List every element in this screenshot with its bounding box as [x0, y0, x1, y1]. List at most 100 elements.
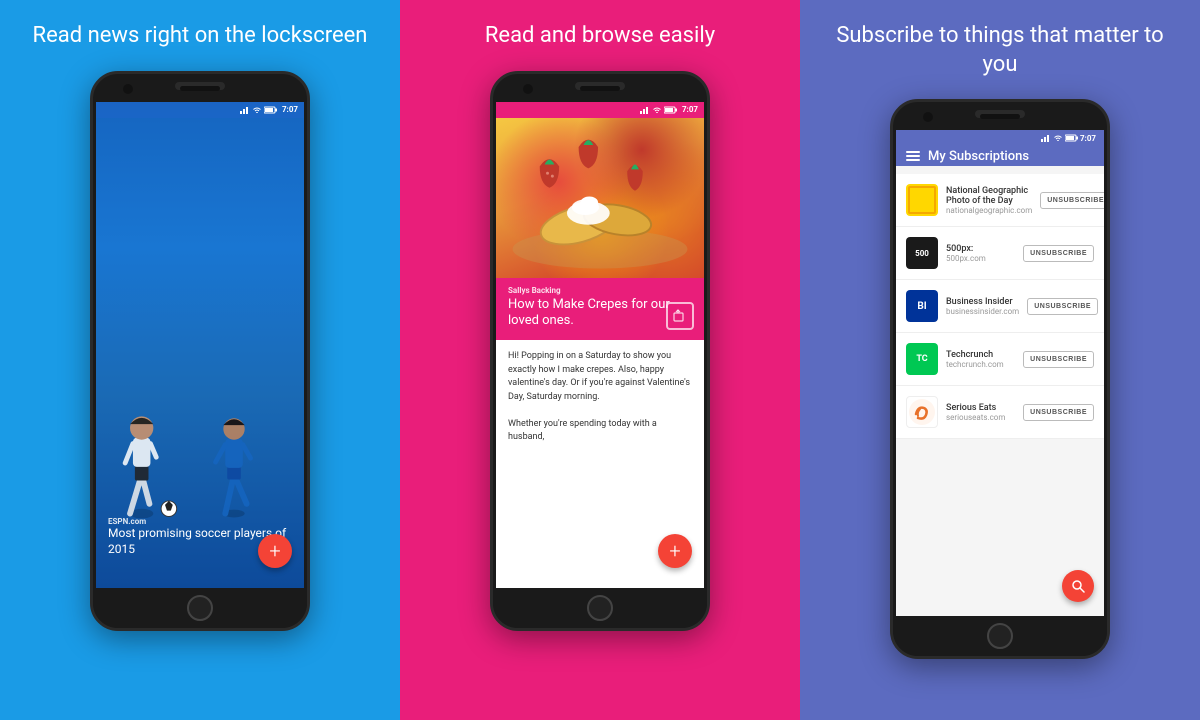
strawberry-3: [627, 164, 643, 190]
strawberry-2: [579, 139, 598, 168]
bi-logo: BI: [906, 290, 938, 322]
home-button-3[interactable]: [987, 623, 1013, 649]
article-source: Sallys Backing: [508, 286, 692, 295]
hamburger-line-1: [906, 151, 920, 153]
article-body: Hi! Popping in on a Saturday to show you…: [496, 340, 704, 455]
subscriptions-toolbar: 7:07 My Subscriptions: [896, 130, 1104, 166]
phone-3: 7:07 My Subscriptions: [890, 99, 1110, 659]
lockscreen-status-bar: 7:07: [96, 102, 304, 118]
list-item: 500 500px: 500px.com UNSUBSCRIBE: [896, 227, 1104, 280]
search-fab[interactable]: [1062, 570, 1094, 602]
soccer-svg: [96, 353, 304, 533]
lockscreen-bg: 7:07 7:07 Fri, 12 March: [96, 102, 304, 588]
tc-logo-text: TC: [916, 354, 927, 364]
sub-info-px: 500px: 500px.com: [946, 244, 1015, 263]
battery-icon-1: [264, 106, 277, 114]
status-time-1: 7:07: [282, 105, 298, 114]
list-item: BI Business Insider businessinsider.com …: [896, 280, 1104, 333]
list-item: Serious Eats seriouseats.com UNSUBSCRIBE: [896, 386, 1104, 439]
sub-url-ng: nationalgeographic.com: [946, 206, 1032, 215]
unsubscribe-btn-bi[interactable]: UNSUBSCRIBE: [1027, 298, 1098, 315]
food-svg: [496, 118, 704, 278]
hamburger-line-3: [906, 159, 920, 161]
phone-1-speaker: [180, 86, 220, 91]
subscriptions-toolbar-title: My Subscriptions: [928, 149, 1029, 164]
status-icons-1: 7:07: [240, 105, 298, 114]
list-item: TC Techcrunch techcrunch.com UNSUBSCRIBE: [896, 333, 1104, 386]
panel2-tagline: Read and browse easily: [455, 0, 745, 61]
phone-3-wrapper: 7:07 My Subscriptions: [890, 89, 1110, 720]
serious-eats-logo-svg: [908, 398, 936, 426]
toolbar-content: My Subscriptions: [906, 149, 1029, 164]
phone-2: 7:07: [490, 71, 710, 631]
sub-url-tc: techcrunch.com: [946, 360, 1015, 369]
soccer-scene: [96, 353, 304, 533]
sub-url-se: seriouseats.com: [946, 413, 1015, 422]
unsubscribe-btn-ng[interactable]: UNSUBSCRIBE: [1040, 192, 1104, 209]
article-header-card: Sallys Backing How to Make Crepes for ou…: [496, 278, 704, 341]
battery-icon-2: [664, 106, 677, 114]
px-logo-text: 500: [915, 249, 929, 258]
signal-icon-1: [240, 106, 250, 114]
phone-1-screen: 7:07 7:07 Fri, 12 March: [96, 102, 304, 588]
article-title: How to Make Crepes for our loved ones.: [508, 297, 692, 331]
sub-url-px: 500px.com: [946, 254, 1015, 263]
tc-logo: TC: [906, 343, 938, 375]
article-fab[interactable]: +: [658, 534, 692, 568]
sub-name-ng: National Geographic Photo of the Day: [946, 186, 1032, 206]
home-button-2[interactable]: [587, 595, 613, 621]
hamburger-menu-icon[interactable]: [906, 151, 920, 161]
panel1-tagline: Read news right on the lockscreen: [3, 0, 398, 61]
home-button-1[interactable]: [187, 595, 213, 621]
px-logo: 500: [906, 237, 938, 269]
share-icon[interactable]: [666, 302, 694, 330]
phone-1-wrapper: 7:07 7:07 Fri, 12 March: [90, 61, 310, 720]
sub-info-tc: Techcrunch techcrunch.com: [946, 350, 1015, 369]
status-icons-3: 7:07: [1041, 130, 1096, 146]
strawberry-1: [540, 159, 559, 188]
search-icon: [1071, 579, 1085, 593]
subscriptions-list: National Geographic Photo of the Day nat…: [896, 174, 1104, 439]
phone-2-wrapper: 7:07: [490, 61, 710, 720]
subscriptions-screen: 7:07 My Subscriptions: [896, 130, 1104, 616]
signal-icon-3: [1041, 134, 1051, 142]
lockscreen-source: ESPN.com: [108, 517, 292, 526]
phone-2-screen: 7:07: [496, 102, 704, 588]
article-status-bar: 7:07: [496, 102, 704, 118]
wifi-icon-1: [252, 106, 262, 114]
phone-1: 7:07 7:07 Fri, 12 March: [90, 71, 310, 631]
sub-info-se: Serious Eats seriouseats.com: [946, 403, 1015, 422]
phone-3-speaker: [980, 114, 1020, 119]
phone-3-screen: 7:07 My Subscriptions: [896, 130, 1104, 616]
panel3-tagline: Subscribe to things that matter to you: [800, 0, 1200, 89]
panel-lockscreen: Read news right on the lockscreen: [0, 0, 400, 720]
unsubscribe-btn-px[interactable]: UNSUBSCRIBE: [1023, 245, 1094, 262]
article-screen: 7:07: [496, 102, 704, 588]
wifi-icon-2: [652, 106, 662, 114]
sub-name-tc: Techcrunch: [946, 350, 1015, 360]
unsubscribe-btn-tc[interactable]: UNSUBSCRIBE: [1023, 351, 1094, 368]
sub-url-bi: businessinsider.com: [946, 307, 1019, 316]
phone-2-speaker: [580, 86, 620, 91]
lockscreen-fab[interactable]: +: [258, 534, 292, 568]
se-logo: [906, 396, 938, 428]
phone-2-bottom: [493, 588, 707, 628]
sub-name-px: 500px:: [946, 244, 1015, 254]
sub-info-bi: Business Insider businessinsider.com: [946, 297, 1019, 316]
bi-logo-text: BI: [917, 301, 926, 312]
sub-name-bi: Business Insider: [946, 297, 1019, 307]
sub-name-se: Serious Eats: [946, 403, 1015, 413]
article-hero-image: [496, 118, 704, 278]
list-item: National Geographic Photo of the Day nat…: [896, 174, 1104, 227]
unsubscribe-btn-se[interactable]: UNSUBSCRIBE: [1023, 404, 1094, 421]
status-icons-2: 7:07: [640, 105, 698, 114]
status-time-2: 7:07: [682, 105, 698, 114]
battery-icon-3: [1065, 134, 1078, 142]
phone-1-bottom: [93, 588, 307, 628]
wifi-icon-3: [1053, 134, 1063, 142]
panel-article: Read and browse easily: [400, 0, 800, 720]
share-svg: [673, 309, 687, 323]
sub-info-ng: National Geographic Photo of the Day nat…: [946, 186, 1032, 215]
ng-logo: [906, 184, 938, 216]
status-time-3: 7:07: [1080, 134, 1096, 143]
